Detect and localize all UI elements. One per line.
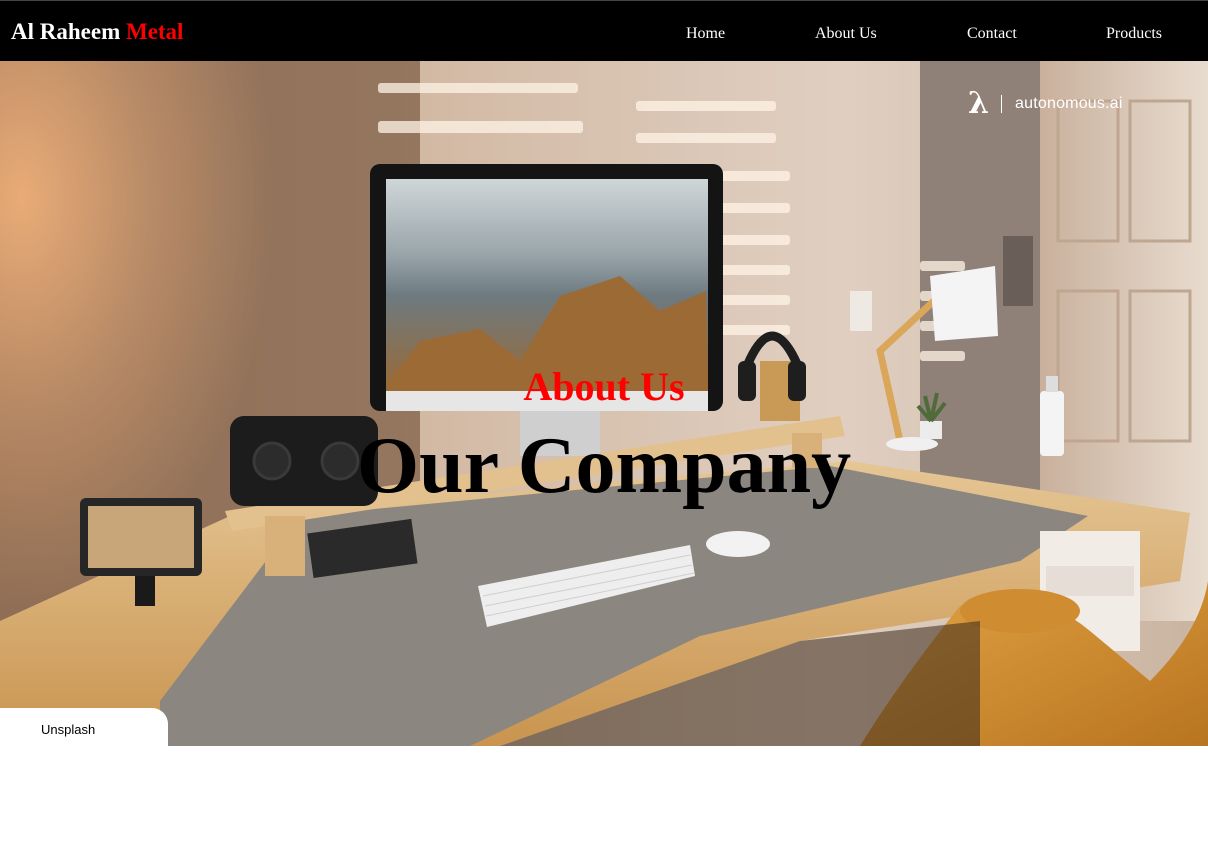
- nav-link-home[interactable]: Home: [686, 25, 725, 43]
- nav-link-about-us[interactable]: About Us: [815, 25, 877, 43]
- navbar: Al Raheem Metal Home About Us Contact Pr…: [0, 0, 1208, 61]
- autonomous-watermark: λ autonomous.ai: [968, 89, 1123, 119]
- nav-link-contact[interactable]: Contact: [967, 25, 1017, 43]
- photo-credit-link[interactable]: Unsplash: [0, 708, 168, 746]
- lambda-logo-icon: λ: [968, 86, 990, 121]
- watermark-text: autonomous.ai: [1015, 95, 1123, 112]
- hero-subtitle: About Us: [523, 364, 685, 409]
- hero-title: Our Company: [356, 422, 852, 510]
- nav-menu: Home About Us Contact Products: [0, 25, 1208, 49]
- nav-link-products[interactable]: Products: [1106, 25, 1162, 43]
- hero-section: λ autonomous.ai About Us Our Company Uns…: [0, 61, 1208, 746]
- logo-divider: [1001, 95, 1003, 113]
